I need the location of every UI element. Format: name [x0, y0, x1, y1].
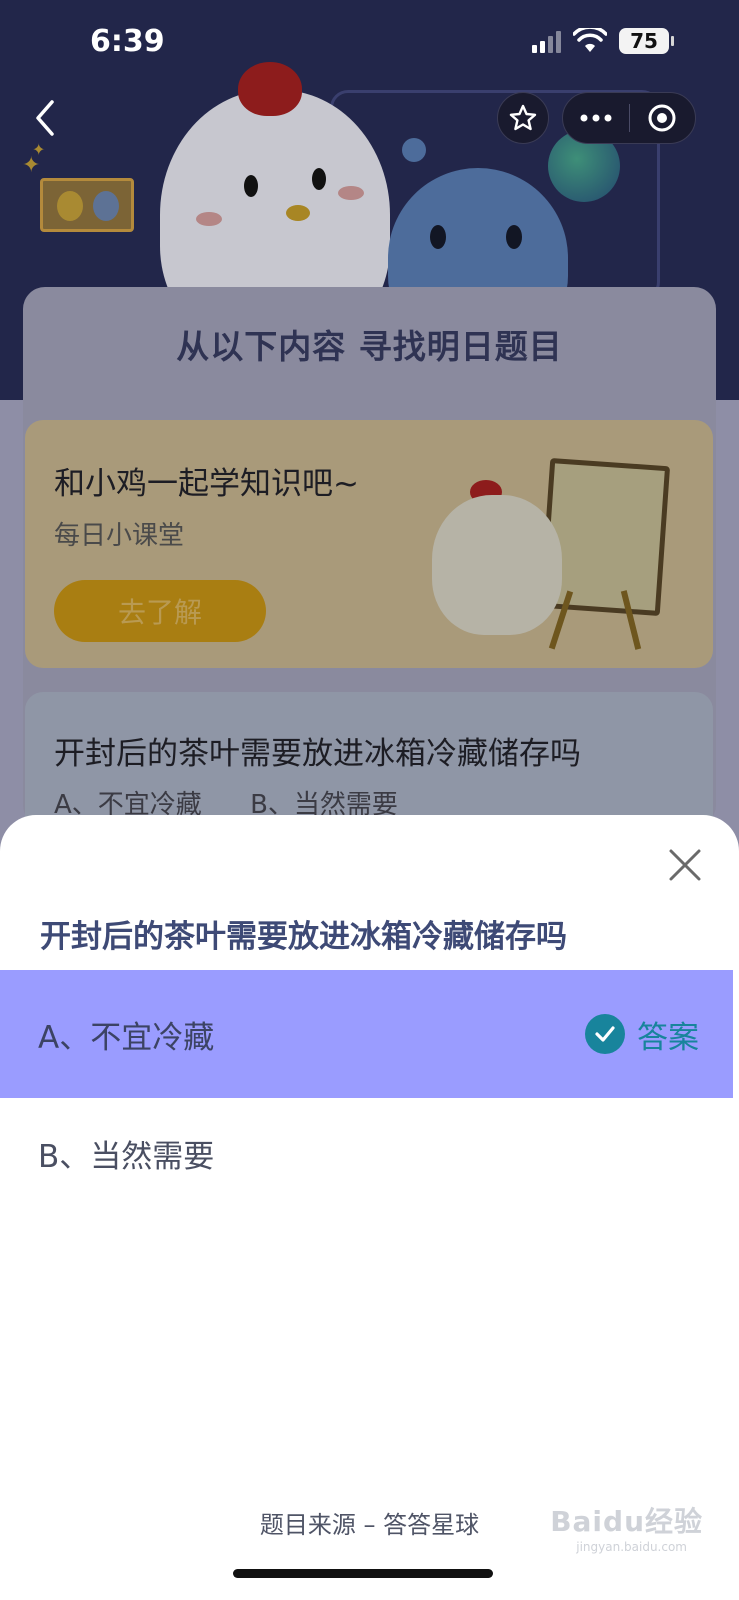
chick-cheek: [196, 212, 222, 226]
learn-more-button: 去了解: [54, 580, 266, 642]
home-indicator[interactable]: [233, 1569, 493, 1578]
watermark-url: jingyan.baidu.com: [576, 1540, 687, 1554]
target-icon: [648, 104, 676, 132]
close-miniprogram-button[interactable]: [630, 92, 696, 144]
capsule-menu: [562, 92, 696, 144]
answer-sheet: 开封后的茶叶需要放进冰箱冷藏储存吗 A、不宜冷藏 答案 B、当然需要: [0, 815, 739, 1600]
answer-label: 答案: [637, 1019, 699, 1056]
painter-chick-illustration: [432, 495, 562, 635]
chick-cheek: [338, 186, 364, 200]
battery-icon: 75: [619, 28, 674, 54]
watermark-logo: Baidu经验: [550, 1505, 703, 1538]
signal-icon: [532, 29, 561, 53]
alien-eye: [506, 225, 522, 249]
chick-eye: [244, 175, 258, 197]
gold-medal-icon: [57, 191, 83, 221]
silver-medal-icon: [93, 191, 119, 221]
chick-comb: [238, 62, 302, 116]
more-button[interactable]: [563, 92, 629, 144]
option-b-label: B、当然需要: [38, 1138, 215, 1175]
favorite-button[interactable]: [497, 92, 549, 144]
sparkle-icon: ✦: [32, 140, 46, 159]
sheet-question: 开封后的茶叶需要放进冰箱冷藏储存吗: [40, 919, 567, 955]
status-time: 6:39: [90, 24, 165, 59]
question-card-text: 开封后的茶叶需要放进冰箱冷藏储存吗: [54, 736, 581, 772]
status-icons: 75: [532, 28, 674, 54]
alien-eye: [430, 225, 446, 249]
more-icon: [580, 114, 612, 122]
star-icon: [509, 104, 537, 131]
option-a[interactable]: A、不宜冷藏 答案: [0, 970, 733, 1098]
close-icon[interactable]: [665, 845, 705, 885]
back-icon[interactable]: [28, 96, 68, 140]
alien-antenna: [402, 138, 426, 162]
answer-tag: 答案: [585, 970, 699, 1098]
medal-frame-illustration: [40, 178, 134, 232]
chick-beak: [286, 205, 310, 221]
option-b[interactable]: B、当然需要: [0, 1089, 733, 1217]
section-title: 从以下内容 寻找明日题目: [176, 327, 563, 366]
check-icon: [585, 1014, 625, 1054]
chick-eye: [312, 168, 326, 190]
lesson-title: 和小鸡一起学知识吧~: [54, 466, 359, 502]
screen: ✦ ✦ 从以下内容 寻找明日题目 和小鸡一起学知识吧~ 每日小课堂 去了解 开封…: [0, 0, 739, 1600]
lesson-subtitle: 每日小课堂: [54, 521, 185, 551]
option-a-label: A、不宜冷藏: [38, 1019, 215, 1056]
wifi-icon: [573, 28, 607, 52]
